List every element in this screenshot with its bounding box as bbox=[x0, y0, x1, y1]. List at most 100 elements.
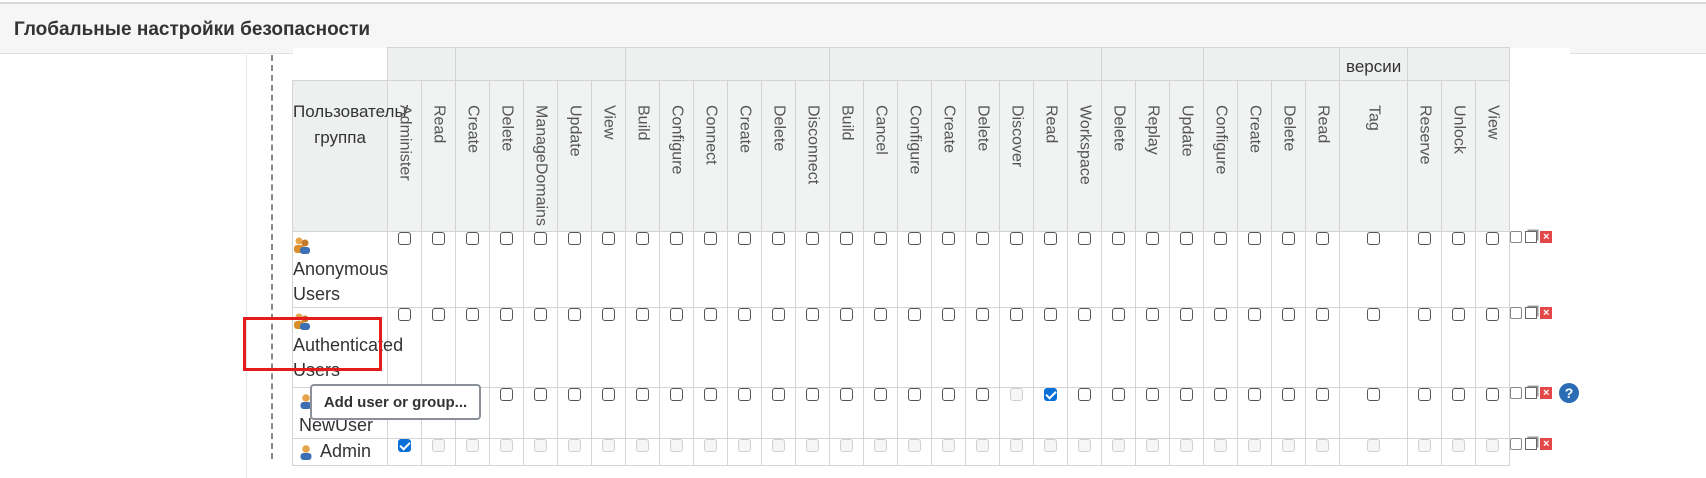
permission-checkbox[interactable] bbox=[636, 387, 650, 401]
permission-checkbox[interactable] bbox=[738, 307, 752, 321]
permission-checkbox[interactable] bbox=[874, 231, 888, 245]
permission-checkbox[interactable] bbox=[704, 231, 718, 245]
permission-checkbox[interactable] bbox=[772, 307, 786, 321]
copy-icon[interactable] bbox=[1525, 231, 1538, 244]
toggle-all-icon[interactable] bbox=[1510, 438, 1523, 451]
permission-checkbox[interactable] bbox=[942, 307, 956, 321]
permission-checkbox[interactable] bbox=[840, 387, 854, 401]
permission-checkbox[interactable] bbox=[1486, 231, 1500, 245]
permission-checkbox[interactable] bbox=[1248, 231, 1262, 245]
permission-checkbox[interactable] bbox=[772, 231, 786, 245]
permission-checkbox[interactable] bbox=[772, 387, 786, 401]
permission-checkbox[interactable] bbox=[1112, 307, 1126, 321]
permission-checkbox[interactable] bbox=[704, 307, 718, 321]
permission-checkbox[interactable] bbox=[670, 307, 684, 321]
permission-checkbox[interactable] bbox=[840, 307, 854, 321]
permission-checkbox[interactable] bbox=[1316, 387, 1330, 401]
permission-checkbox[interactable] bbox=[398, 307, 411, 321]
permission-checkbox[interactable] bbox=[704, 387, 718, 401]
permission-checkbox[interactable] bbox=[976, 307, 990, 321]
permission-checkbox[interactable] bbox=[1486, 387, 1500, 401]
permission-checkbox[interactable] bbox=[1010, 231, 1024, 245]
permission-checkbox[interactable] bbox=[976, 231, 990, 245]
permission-checkbox[interactable] bbox=[466, 307, 479, 321]
copy-icon[interactable] bbox=[1525, 387, 1538, 400]
permission-checkbox[interactable] bbox=[1044, 307, 1058, 321]
permission-checkbox[interactable] bbox=[1367, 387, 1381, 401]
permission-checkbox[interactable] bbox=[602, 307, 616, 321]
permission-checkbox[interactable] bbox=[1248, 307, 1262, 321]
permission-checkbox[interactable] bbox=[432, 231, 445, 245]
permission-checkbox[interactable] bbox=[1418, 231, 1432, 245]
permission-checkbox[interactable] bbox=[636, 307, 650, 321]
permission-checkbox[interactable] bbox=[1146, 307, 1160, 321]
permission-checkbox[interactable] bbox=[432, 307, 445, 321]
permission-checkbox[interactable] bbox=[874, 307, 888, 321]
permission-checkbox[interactable] bbox=[568, 387, 581, 401]
toggle-all-icon[interactable] bbox=[1510, 231, 1523, 244]
permission-checkbox[interactable] bbox=[1248, 387, 1262, 401]
permission-checkbox[interactable] bbox=[1112, 387, 1126, 401]
permission-checkbox[interactable] bbox=[1146, 231, 1160, 245]
permission-checkbox[interactable] bbox=[636, 231, 650, 245]
permission-checkbox[interactable] bbox=[602, 387, 616, 401]
delete-icon[interactable]: × bbox=[1540, 307, 1553, 320]
permission-checkbox[interactable] bbox=[670, 231, 684, 245]
toggle-all-icon[interactable] bbox=[1510, 307, 1523, 320]
permission-checkbox[interactable] bbox=[500, 307, 513, 321]
permission-checkbox[interactable] bbox=[398, 231, 411, 245]
permission-checkbox[interactable] bbox=[1044, 231, 1058, 245]
permission-checkbox[interactable] bbox=[568, 231, 581, 245]
copy-icon[interactable] bbox=[1525, 438, 1538, 451]
permission-checkbox[interactable] bbox=[1214, 387, 1228, 401]
toggle-all-icon[interactable] bbox=[1510, 387, 1523, 400]
permission-checkbox[interactable] bbox=[534, 387, 547, 401]
permission-checkbox[interactable] bbox=[1010, 307, 1024, 321]
permission-checkbox[interactable] bbox=[1486, 307, 1500, 321]
add-user-or-group-button[interactable]: Add user or group... bbox=[310, 384, 481, 420]
permission-checkbox[interactable] bbox=[602, 231, 616, 245]
permission-checkbox[interactable] bbox=[1214, 231, 1228, 245]
permission-checkbox[interactable] bbox=[1282, 387, 1296, 401]
permission-checkbox[interactable] bbox=[1112, 231, 1126, 245]
permission-checkbox[interactable] bbox=[976, 387, 990, 401]
delete-icon[interactable]: × bbox=[1540, 231, 1553, 244]
permission-checkbox[interactable] bbox=[1044, 387, 1058, 401]
permission-checkbox[interactable] bbox=[398, 438, 411, 452]
permission-checkbox[interactable] bbox=[1180, 307, 1194, 321]
permission-checkbox[interactable] bbox=[806, 307, 820, 321]
permission-checkbox[interactable] bbox=[1452, 307, 1466, 321]
permission-checkbox[interactable] bbox=[908, 387, 922, 401]
copy-icon[interactable] bbox=[1525, 307, 1538, 320]
permission-checkbox[interactable] bbox=[738, 387, 752, 401]
permission-checkbox[interactable] bbox=[1418, 307, 1432, 321]
permission-checkbox[interactable] bbox=[942, 231, 956, 245]
delete-icon[interactable]: × bbox=[1540, 387, 1553, 400]
permission-checkbox[interactable] bbox=[1316, 231, 1330, 245]
permission-checkbox[interactable] bbox=[806, 387, 820, 401]
permission-checkbox[interactable] bbox=[670, 387, 684, 401]
permission-checkbox[interactable] bbox=[1316, 307, 1330, 321]
permission-checkbox[interactable] bbox=[1367, 231, 1381, 245]
permission-checkbox[interactable] bbox=[1452, 231, 1466, 245]
permission-checkbox[interactable] bbox=[568, 307, 581, 321]
permission-checkbox[interactable] bbox=[1214, 307, 1228, 321]
permission-checkbox[interactable] bbox=[1180, 387, 1194, 401]
permission-checkbox[interactable] bbox=[1180, 231, 1194, 245]
permission-checkbox[interactable] bbox=[1418, 387, 1432, 401]
permission-checkbox[interactable] bbox=[500, 387, 513, 401]
permission-checkbox[interactable] bbox=[1078, 387, 1092, 401]
permission-checkbox[interactable] bbox=[466, 231, 479, 245]
permission-checkbox[interactable] bbox=[1146, 387, 1160, 401]
delete-icon[interactable]: × bbox=[1540, 438, 1553, 451]
permission-checkbox[interactable] bbox=[806, 231, 820, 245]
permission-checkbox[interactable] bbox=[738, 231, 752, 245]
permission-checkbox[interactable] bbox=[1367, 307, 1381, 321]
permission-checkbox[interactable] bbox=[1078, 307, 1092, 321]
permission-checkbox[interactable] bbox=[1452, 387, 1466, 401]
permission-checkbox[interactable] bbox=[1282, 231, 1296, 245]
permission-checkbox[interactable] bbox=[1078, 231, 1092, 245]
permission-checkbox[interactable] bbox=[534, 231, 547, 245]
permission-checkbox[interactable] bbox=[1282, 307, 1296, 321]
permission-checkbox[interactable] bbox=[942, 387, 956, 401]
